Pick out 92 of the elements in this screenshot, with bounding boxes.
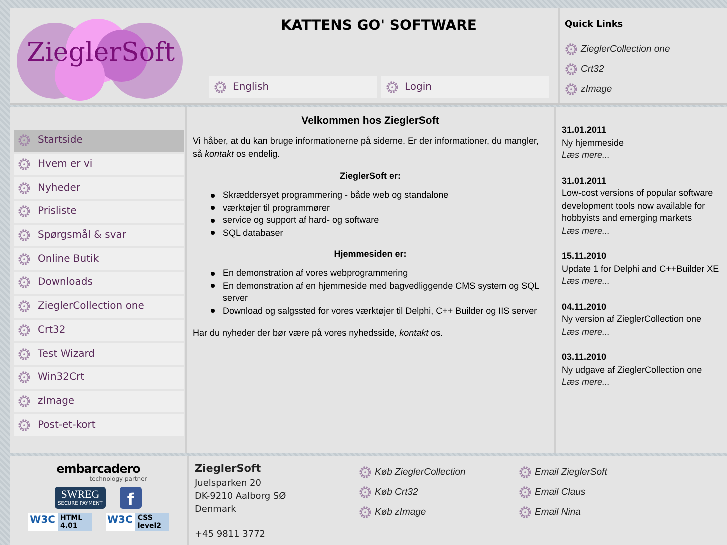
gear-icon (18, 394, 31, 408)
nav-item[interactable]: Crt32 (14, 320, 184, 342)
email-link[interactable]: Email Nina (535, 506, 581, 518)
bullet-icon (211, 194, 215, 198)
gear-icon (565, 62, 578, 76)
email-link[interactable]: Email Claus (535, 486, 586, 498)
list-item: Download og salgssted for vores værktøjer til Delphi, C++ Builder og IIS server (223, 304, 538, 317)
list-item: service og support af hard- og software (223, 214, 380, 226)
site-title: KATTENS GO' SOFTWARE (281, 18, 477, 34)
gear-icon (18, 276, 31, 290)
address-line: DK-9210 Aalborg SØ (195, 491, 288, 504)
header-link[interactable]: English (209, 76, 377, 98)
address-line: Denmark (195, 504, 238, 517)
nav-item[interactable]: Spørgsmål & svar (14, 224, 184, 246)
logo[interactable]: ZieglerSoft (10, 10, 190, 100)
content-heading: Velkommen hos ZieglerSoft (300, 115, 440, 127)
gear-icon (18, 134, 31, 148)
news-date: 31.01.2011 (562, 124, 608, 136)
header-link[interactable]: Login (381, 76, 549, 98)
list-item: En demonstration af en hjemmeside med bagvedliggende CMS system og SQL server (223, 280, 540, 304)
facebook-icon[interactable]: f (120, 487, 142, 509)
gear-icon (18, 205, 31, 218)
section-heading: ZieglerSoft er: (338, 171, 402, 181)
section-heading: Hjemmesiden er: (333, 249, 408, 259)
gear-icon (18, 300, 31, 314)
gear-icon (214, 80, 227, 94)
buy-link[interactable]: Køb Crt32 (375, 486, 418, 498)
nav-item[interactable]: Win32Crt (14, 366, 184, 389)
gear-icon (18, 418, 31, 432)
nav-item[interactable]: Prisliste (14, 201, 184, 223)
read-more-link[interactable]: Læs mere... (562, 326, 721, 338)
nav-item[interactable]: zImage (14, 390, 184, 412)
gear-icon (519, 486, 532, 498)
nav-item[interactable]: Nyheder (14, 177, 184, 200)
gear-icon (386, 80, 399, 94)
quick-link[interactable]: ZieglerCollection one (581, 44, 670, 54)
gear-icon (18, 229, 31, 242)
quick-links-title: Quick Links (565, 20, 624, 30)
gear-icon (565, 82, 578, 96)
quick-link[interactable]: Crt32 (581, 64, 604, 74)
news-text: Ny udgave af ZieglerCollection one (562, 364, 704, 376)
gear-icon (18, 371, 31, 384)
gear-icon (359, 506, 372, 518)
gear-icon (18, 348, 31, 361)
intro-paragraph: Vi håber, at du kan bruge informationerne på siderne. Er der informationer, du mangler, så kontakt os endelig. (193, 135, 540, 161)
gear-icon (519, 506, 532, 518)
read-more-link[interactable]: Læs mere... (562, 275, 721, 288)
read-more-link[interactable]: Læs mere... (562, 376, 721, 388)
gear-icon (359, 466, 372, 478)
news-text: Update 1 for Delphi and C++Builder XE (562, 262, 720, 275)
news-text: Ny hjemmeside (562, 136, 626, 149)
bullet-icon (211, 206, 215, 210)
gear-icon (18, 324, 31, 337)
gear-icon (519, 466, 532, 478)
buy-link[interactable]: Køb ZieglerCollection (375, 466, 466, 478)
list-item: værktøjer til programmører (223, 202, 330, 214)
bullet-icon (211, 284, 215, 288)
nav-item[interactable]: Test Wizard (14, 343, 184, 365)
nav-item[interactable]: Online Butik (14, 248, 184, 270)
news-date: 04.11.2010 (562, 300, 608, 313)
news-text: Low-cost versions of popular software development tools now available for hobbyists and emerging markets (562, 187, 714, 224)
news-date: 15.11.2010 (562, 250, 608, 262)
address-line: Juelsparken 20 (195, 478, 262, 491)
list-item: Skræddersyet programmering - både web og standalone (223, 189, 449, 202)
read-more-link[interactable]: Læs mere... (562, 149, 721, 162)
nav-item[interactable]: Startside (14, 130, 184, 152)
email-link[interactable]: Email ZieglerSoft (535, 466, 608, 478)
quick-link[interactable]: zImage (581, 84, 612, 94)
news-date: 03.11.2010 (562, 351, 608, 364)
bullet-icon (211, 231, 215, 235)
phone-number: +45 9811 3772 (195, 529, 267, 542)
bullet-icon (211, 272, 215, 276)
company-name: ZieglerSoft (195, 463, 262, 476)
bullet-icon (211, 218, 215, 222)
nav-item[interactable]: Post-et-kort (14, 414, 184, 436)
outro-paragraph: Har du nyheder der bør være på vores nyhedsside, kontakt os. (193, 327, 444, 340)
list-item: En demonstration af vores webprogrammering (223, 267, 408, 280)
nav-item[interactable]: ZieglerCollection one (14, 296, 184, 318)
nav-item[interactable]: Downloads (14, 272, 184, 294)
buy-link[interactable]: Køb zImage (375, 506, 426, 518)
news-date: 31.01.2011 (562, 174, 608, 187)
gear-icon (18, 158, 31, 172)
gear-icon (565, 42, 578, 56)
news-text: Ny version af ZieglerCollection one (562, 313, 703, 326)
gear-icon (18, 182, 31, 195)
list-item: SQL databaser (223, 226, 284, 239)
embarcadero-logo[interactable]: embarcadero (56, 462, 140, 476)
nav-item[interactable]: Hvem er vi (14, 154, 184, 176)
bullet-icon (211, 309, 215, 313)
gear-icon (359, 486, 372, 498)
read-more-link[interactable]: Læs mere... (562, 224, 721, 237)
gear-icon (18, 252, 31, 266)
